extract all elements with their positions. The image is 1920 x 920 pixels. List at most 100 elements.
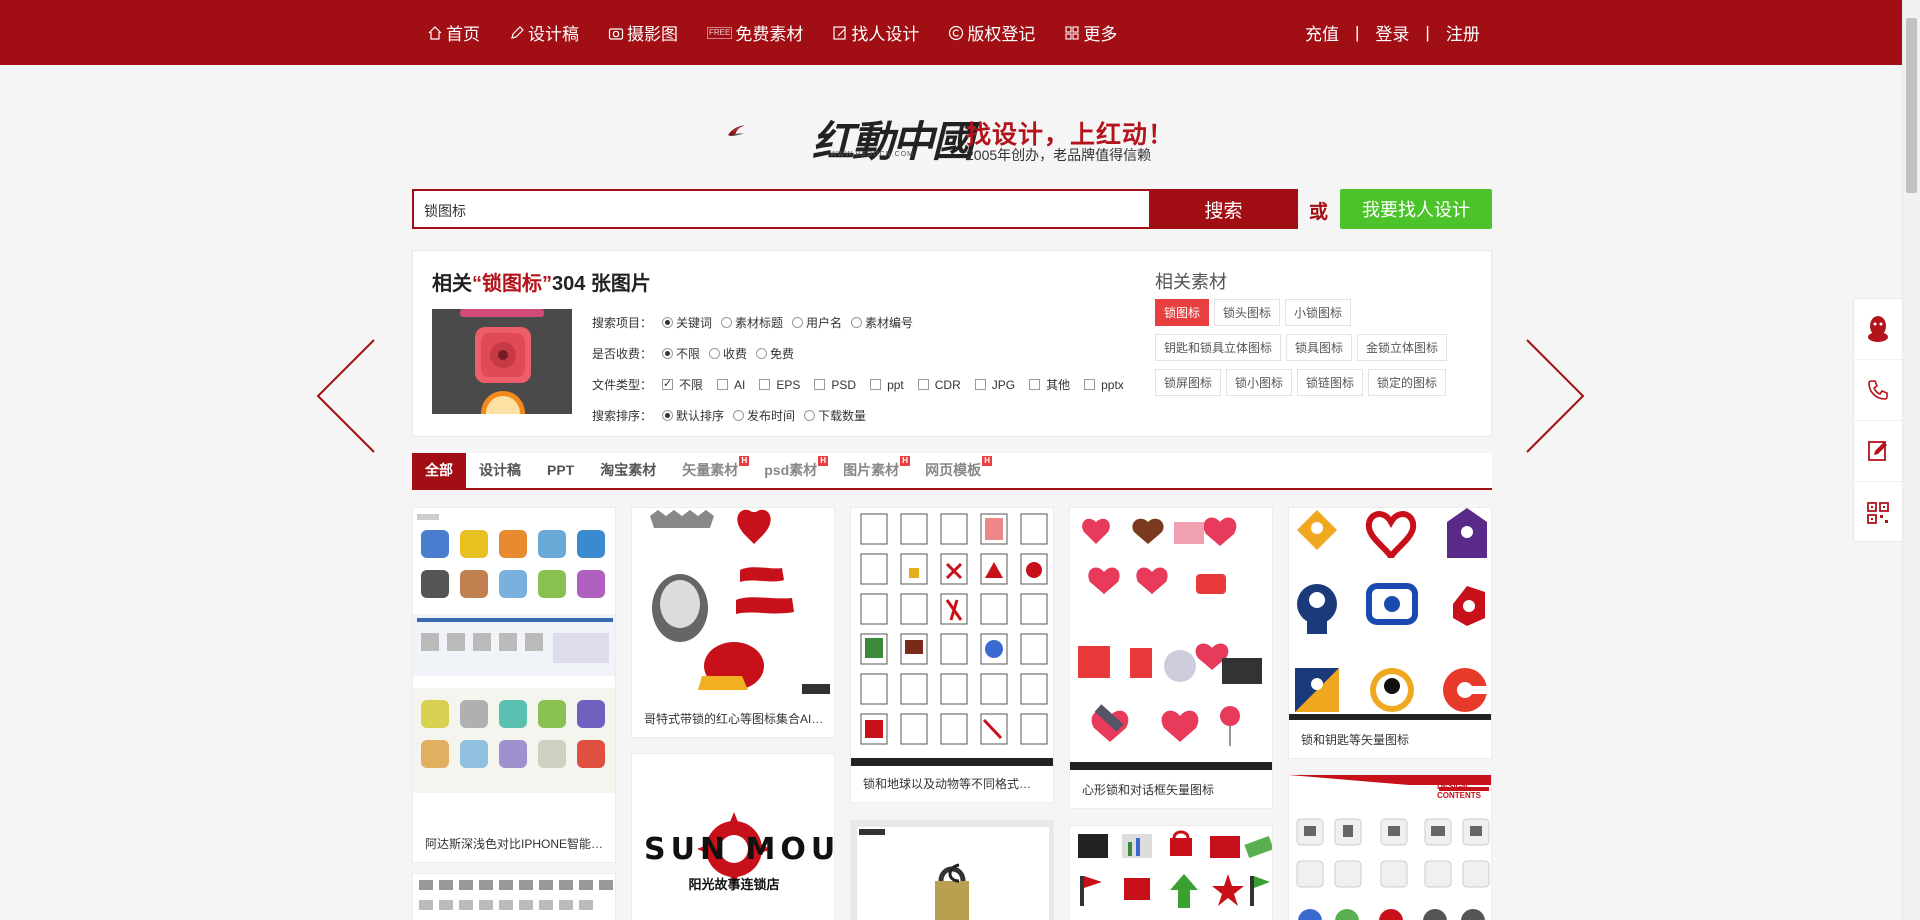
- related-tag[interactable]: 钥匙和锁具立体图标: [1155, 334, 1282, 361]
- qq-icon: [1868, 316, 1888, 342]
- prev-arrow-icon[interactable]: [316, 338, 376, 454]
- result-title: 相关“锁图标”304 张图片: [432, 267, 651, 296]
- radio-circle[interactable]: [662, 348, 673, 359]
- tab-vector[interactable]: 矢量素材 H: [669, 453, 751, 488]
- radio-circle[interactable]: [792, 317, 804, 328]
- tab-taobao[interactable]: 淘宝素材: [587, 453, 669, 488]
- result-card[interactable]: [1069, 825, 1273, 920]
- site-logo[interactable]: [727, 96, 817, 166]
- opt-label: 素材编号: [865, 316, 914, 330]
- opt-label: 用户名: [806, 316, 843, 330]
- radio-username[interactable]: 用户名: [792, 314, 842, 331]
- nav-more[interactable]: 更多: [1064, 20, 1117, 45]
- user-links: 充值 | 登录 | 注册: [1305, 0, 1480, 65]
- tab-designs[interactable]: 设计稿: [466, 453, 534, 488]
- check-eps[interactable]: EPS: [759, 378, 805, 392]
- nav-copyright[interactable]: 版权登记: [948, 20, 1035, 45]
- checkbox[interactable]: [662, 377, 673, 390]
- radio-keyword[interactable]: 关键词: [662, 314, 712, 331]
- radio-paid[interactable]: 收费: [709, 345, 747, 362]
- preview-image[interactable]: [432, 309, 572, 414]
- related-tag[interactable]: 小锁图标: [1285, 299, 1352, 326]
- related-tag[interactable]: 锁定的图标: [1368, 369, 1447, 396]
- related-tag[interactable]: 锁小图标: [1226, 369, 1293, 396]
- radio-circle[interactable]: [662, 410, 673, 421]
- check-jpg[interactable]: JPG: [974, 378, 1020, 392]
- radio-free[interactable]: 免费: [756, 345, 794, 362]
- check-other[interactable]: 其他: [1029, 376, 1075, 393]
- radio-circle[interactable]: [804, 410, 816, 421]
- related-tag[interactable]: 锁屏图标: [1155, 369, 1222, 396]
- nav-free-label: 免费素材: [735, 25, 804, 44]
- recharge-link[interactable]: 充值: [1305, 20, 1339, 45]
- radio-download-sort[interactable]: 下载数量: [804, 407, 866, 424]
- result-card[interactable]: SUN MOUNT 阳光故事连锁店: [631, 753, 835, 920]
- tab-psd[interactable]: psd素材 H: [751, 453, 830, 488]
- find-designer-button[interactable]: 我要找人设计: [1340, 189, 1492, 229]
- checkbox[interactable]: [870, 379, 882, 390]
- search-input[interactable]: 锁图标: [412, 189, 1149, 229]
- filter-options: 搜索项目： 关键词 素材标题 用户名 素材编号 是否收费： 不限 收费 免费 文…: [592, 307, 1138, 431]
- radio-circle[interactable]: [851, 317, 863, 328]
- related-title: 相关素材: [1155, 272, 1227, 292]
- phone-button[interactable]: [1854, 360, 1902, 421]
- related-tag[interactable]: 锁头图标: [1214, 299, 1281, 326]
- radio-title[interactable]: 素材标题: [721, 314, 783, 331]
- checkbox[interactable]: [917, 379, 929, 390]
- tab-all[interactable]: 全部: [412, 453, 466, 488]
- tab-web-templates[interactable]: 网页模板 H: [912, 453, 994, 488]
- related-tag[interactable]: 锁具图标: [1286, 334, 1353, 361]
- check-ppt[interactable]: ppt: [870, 378, 909, 392]
- result-card[interactable]: DESIGN CONTENTS: [1288, 774, 1492, 920]
- check-pptx[interactable]: pptx: [1084, 378, 1129, 392]
- check-cdr[interactable]: CDR: [917, 378, 966, 392]
- result-card[interactable]: 心形锁和对话框矢量图标: [1069, 507, 1273, 809]
- radio-circle[interactable]: [733, 410, 745, 421]
- radio-any-charge[interactable]: 不限: [662, 345, 700, 362]
- radio-circle[interactable]: [721, 317, 733, 328]
- page-scrollbar[interactable]: [1902, 0, 1920, 920]
- result-card[interactable]: 哥特式带锁的红心等图标集合AI矢量素材: [631, 507, 835, 738]
- filter-sort-row: 搜索排序： 默认排序 发布时间 下载数量: [592, 400, 1138, 431]
- card-caption: 锁和地球以及动物等不同格式文件图标: [863, 777, 1043, 791]
- nav-designs[interactable]: 设计稿: [509, 20, 579, 45]
- result-card[interactable]: 阿达斯深浅色对比IPHONE智能手机图标: [412, 507, 616, 863]
- checkbox[interactable]: [814, 379, 826, 390]
- nav-free[interactable]: FREE 免费素材: [707, 20, 803, 45]
- check-psd[interactable]: PSD: [814, 378, 861, 392]
- result-card[interactable]: 锁和地球以及动物等不同格式文件图标: [850, 507, 1054, 803]
- checkbox[interactable]: [759, 379, 771, 390]
- checkbox[interactable]: [1084, 379, 1096, 390]
- result-card[interactable]: [412, 873, 616, 920]
- checkbox[interactable]: [1029, 379, 1041, 390]
- radio-circle[interactable]: [756, 348, 768, 359]
- tab-images[interactable]: 图片素材 H: [830, 453, 912, 488]
- qq-button[interactable]: [1854, 299, 1902, 360]
- scrollbar-thumb[interactable]: [1906, 18, 1917, 193]
- radio-date-sort[interactable]: 发布时间: [733, 407, 795, 424]
- related-tag[interactable]: 锁图标: [1155, 299, 1210, 326]
- next-arrow-icon[interactable]: [1525, 338, 1585, 454]
- checkbox[interactable]: [717, 379, 729, 390]
- login-link[interactable]: 登录: [1375, 20, 1409, 45]
- nav-home[interactable]: 首页: [427, 20, 480, 45]
- related-tag[interactable]: 锁链图标: [1297, 369, 1364, 396]
- qrcode-button[interactable]: [1854, 482, 1902, 543]
- result-card[interactable]: [850, 820, 1054, 920]
- edit-button[interactable]: [1854, 421, 1902, 482]
- opt-label: 关键词: [676, 316, 713, 330]
- nav-photos[interactable]: 摄影图: [608, 20, 678, 45]
- related-tag[interactable]: 金锁立体图标: [1357, 334, 1448, 361]
- check-any-type[interactable]: 不限: [662, 376, 708, 393]
- tab-ppt[interactable]: PPT: [534, 453, 587, 488]
- register-link[interactable]: 注册: [1446, 20, 1480, 45]
- radio-default-sort[interactable]: 默认排序: [662, 407, 724, 424]
- radio-circle[interactable]: [662, 317, 673, 328]
- nav-find-designer[interactable]: 找人设计: [832, 20, 919, 45]
- check-ai[interactable]: AI: [717, 378, 750, 392]
- radio-circle[interactable]: [709, 348, 721, 359]
- result-card[interactable]: 锁和钥匙等矢量图标: [1288, 507, 1492, 759]
- radio-id[interactable]: 素材编号: [851, 314, 913, 331]
- checkbox[interactable]: [974, 379, 986, 390]
- search-button[interactable]: 搜索: [1149, 189, 1298, 229]
